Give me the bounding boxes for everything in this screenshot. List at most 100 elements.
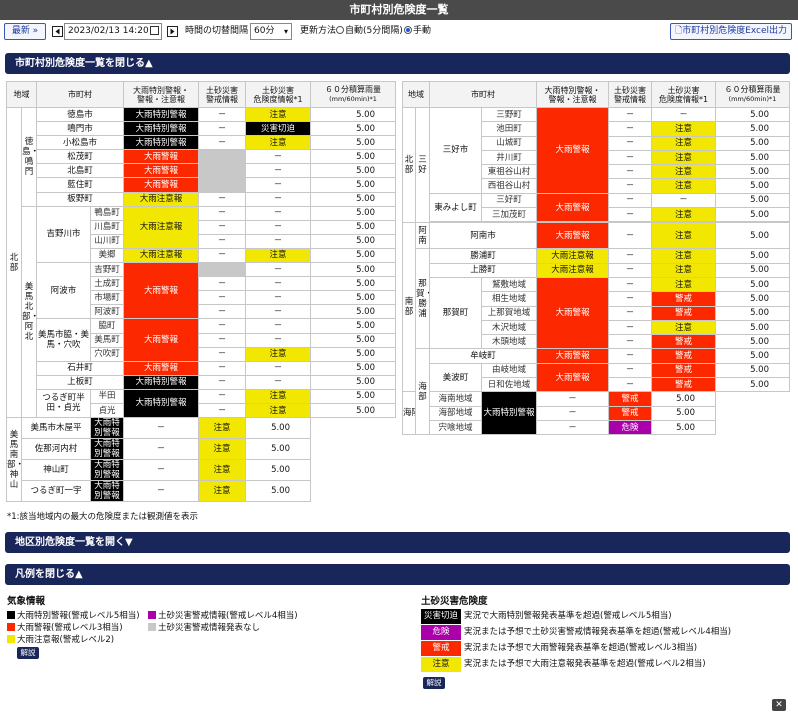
- doshu-risk-cell: 注意: [245, 106, 311, 123]
- area-mino[interactable]: 三好町: [481, 192, 537, 209]
- city-itano[interactable]: 板野町: [36, 191, 124, 207]
- close-icon[interactable]: ✕: [772, 699, 786, 711]
- legend-item-doshu-keikai: 土砂災害警戒情報(警戒レベル4相当): [148, 609, 298, 621]
- excel-export-button[interactable]: 🗋市町村別危険度Excel出力: [670, 23, 792, 40]
- city-kitajima[interactable]: 北島町: [36, 163, 124, 179]
- area-higashiiyadani[interactable]: 東祖谷山村: [481, 164, 537, 180]
- area-washiki[interactable]: 鷲敷地域: [481, 276, 537, 293]
- rain-cell: 5.00: [715, 192, 790, 209]
- area-hiwasa[interactable]: 日和佐地域: [481, 377, 537, 393]
- area-awacho[interactable]: 阿波町: [90, 304, 124, 320]
- city-kamiita[interactable]: 上板町: [36, 374, 124, 390]
- city-tsurugi-handa-group[interactable]: つるぎ町半田・貞光: [36, 388, 91, 419]
- header-rain: ６０分積算雨量 (mm/60min)*1: [310, 81, 396, 108]
- area-yoshino[interactable]: 吉野町: [90, 262, 124, 278]
- header-city: 市町村: [36, 81, 124, 108]
- doshu-risk-cell: 警戒: [651, 334, 716, 350]
- city-yoshinogawa[interactable]: 吉野川市: [36, 205, 91, 264]
- area-kainan[interactable]: 海南地域: [429, 391, 482, 407]
- area-yamashiro[interactable]: 山城町: [481, 135, 537, 151]
- city-mima-waki-group[interactable]: 美馬市脇・美馬・穴吹: [36, 318, 91, 362]
- doshu-risk-cell: 注意: [651, 178, 716, 194]
- radio-on-icon[interactable]: [404, 26, 412, 34]
- manual-radio[interactable]: 手動: [404, 23, 431, 40]
- city-awa[interactable]: 阿波市: [36, 262, 91, 320]
- warning-cell: 大雨注意報: [536, 248, 609, 264]
- doshu-info-cell: －: [608, 319, 652, 336]
- area-shishikui[interactable]: 宍喰地域: [429, 419, 482, 436]
- area-kawashima[interactable]: 川島町: [90, 219, 124, 235]
- city-kamiyama[interactable]: 神山町: [21, 459, 91, 482]
- interval-select[interactable]: 60分 ▾: [250, 23, 292, 40]
- badge-d5: 災害切迫: [421, 609, 461, 624]
- area-sadamitsu[interactable]: 貞光: [90, 402, 124, 419]
- area-mino-cho[interactable]: 三野町: [481, 106, 537, 123]
- subregion-mima-south-kamiyama: 美馬南部・神山: [6, 417, 22, 503]
- city-matsushige[interactable]: 松茂町: [36, 149, 124, 165]
- doshu-info-cell: －: [198, 318, 246, 334]
- latest-button[interactable]: 最新 »: [4, 23, 46, 40]
- doshu-explain-button[interactable]: 解説: [423, 677, 445, 689]
- city-aizumi[interactable]: 藍住町: [36, 177, 124, 193]
- city-mima-koyadaira[interactable]: 美馬市木屋平: [21, 417, 91, 440]
- area-ichiba[interactable]: 市場町: [90, 290, 124, 306]
- rain-cell: 5.00: [715, 362, 790, 379]
- city-kaiyo[interactable]: 海陽町: [402, 391, 416, 436]
- doshu-info-cell: －: [123, 417, 199, 440]
- area-anabuki[interactable]: 穴吹町: [90, 346, 124, 362]
- rain-cell: 5.00: [651, 391, 716, 407]
- doshu-info-cell: －: [608, 348, 652, 364]
- area-mikamo[interactable]: 三加茂町: [481, 207, 537, 223]
- city-list-toggle[interactable]: 市町村別危険度一覧を閉じる▲: [5, 53, 790, 74]
- prev-time-button[interactable]: [52, 26, 63, 37]
- area-nishiiyadani[interactable]: 西祖谷山村: [481, 178, 537, 194]
- warning-cell: 大雨特別警報: [90, 417, 124, 440]
- area-aioi[interactable]: 相生地域: [481, 291, 537, 307]
- area-kaifu[interactable]: 海部地域: [429, 405, 482, 421]
- city-naka[interactable]: 那賀町: [429, 276, 482, 350]
- city-komatsushima[interactable]: 小松島市: [36, 135, 124, 151]
- area-ikeda[interactable]: 池田町: [481, 121, 537, 137]
- warning-cell: 大雨警報: [536, 276, 609, 350]
- calendar-icon[interactable]: [150, 26, 159, 35]
- area-donari[interactable]: 土成町: [90, 276, 124, 292]
- city-sanagochi[interactable]: 佐那河内村: [21, 438, 91, 461]
- datetime-input[interactable]: 2023/02/13 14:20: [64, 23, 162, 40]
- area-kamojima[interactable]: 鴨島町: [90, 205, 124, 221]
- radio-off-icon[interactable]: [336, 26, 344, 34]
- doshu-info-cell: －: [198, 276, 246, 292]
- area-kisawa[interactable]: 木沢地域: [481, 319, 537, 336]
- city-ishii[interactable]: 石井町: [36, 360, 124, 376]
- area-kamina[interactable]: 上那賀地域: [481, 305, 537, 321]
- area-mima[interactable]: 美馬町: [90, 332, 124, 348]
- doshu-info-cell: －: [608, 276, 652, 293]
- city-katsuura[interactable]: 勝浦町: [429, 248, 537, 264]
- doshu-risk-cell: 注意: [198, 480, 246, 503]
- doshu-risk-cell: 注意: [651, 121, 716, 137]
- area-kito[interactable]: 木頭地域: [481, 334, 537, 350]
- area-misato[interactable]: 美郷: [90, 247, 124, 264]
- district-list-toggle[interactable]: 地区別危険度一覧を開く▼: [5, 532, 790, 553]
- area-handa[interactable]: 半田: [90, 388, 124, 404]
- header-doshu-info: 土砂災害 警戒情報: [608, 81, 652, 108]
- warning-cell: 大雨警報: [536, 107, 609, 194]
- header-warning: 大雨特別警報・ 警報・注意報: [123, 81, 199, 108]
- city-tokushima[interactable]: 徳島市: [36, 106, 124, 123]
- city-kamikatsu[interactable]: 上勝町: [429, 262, 537, 278]
- legend-toggle[interactable]: 凡例を閉じる▲: [5, 564, 790, 585]
- city-higashimiyoshi[interactable]: 東みよし町: [429, 192, 482, 223]
- area-waki[interactable]: 脇町: [90, 318, 124, 334]
- city-minami[interactable]: 美波町: [429, 362, 482, 393]
- area-yuki[interactable]: 由岐地域: [481, 362, 537, 379]
- area-iyama[interactable]: 井川町: [481, 149, 537, 166]
- city-mugi[interactable]: 牟岐町: [429, 348, 537, 364]
- kisho-explain-button[interactable]: 解説: [17, 647, 39, 659]
- doshu-risk-cell: 注意: [651, 222, 716, 250]
- next-time-button[interactable]: [167, 26, 178, 37]
- city-miyoshi[interactable]: 三好市: [429, 107, 482, 194]
- area-yamakawa[interactable]: 山川町: [90, 233, 124, 249]
- city-naruto[interactable]: 鳴門市: [36, 121, 124, 137]
- auto-radio[interactable]: 自動(5分間隔): [336, 23, 403, 40]
- city-anan[interactable]: 阿南市: [429, 222, 537, 250]
- city-tsurugi-ichiu[interactable]: つるぎ町一宇: [21, 480, 91, 503]
